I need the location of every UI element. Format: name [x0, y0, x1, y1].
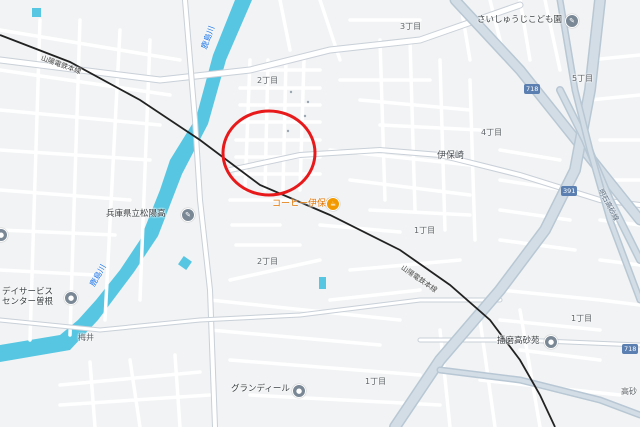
poi-label[interactable]: さいしゅうじこども園	[477, 15, 562, 26]
area-label: 高砂	[621, 387, 637, 396]
school-icon[interactable]: ✎	[181, 208, 195, 222]
route-shield: 718	[622, 344, 639, 354]
area-label: 2丁目	[257, 76, 279, 85]
route-shield: 718	[524, 84, 541, 94]
main-roads	[0, 0, 640, 427]
poi-label[interactable]: 播磨高砂苑	[497, 336, 540, 347]
area-label: 2丁目	[257, 257, 279, 266]
pond-3	[32, 8, 41, 17]
route-shield: 391	[561, 186, 578, 196]
poi-icon[interactable]: ●	[544, 335, 558, 349]
area-label: 5丁目	[572, 74, 594, 83]
poi-icon[interactable]: ●	[292, 384, 306, 398]
map-canvas[interactable]: 3丁目 2丁目 5丁目 4丁目 伊保崎 1丁目 2丁目 1丁目 1丁目 梅井 高…	[0, 0, 640, 427]
school-icon[interactable]: ✎	[565, 14, 579, 28]
pond-2	[319, 277, 326, 289]
poi-label[interactable]: 兵庫県立松陽高	[106, 209, 166, 220]
map-base	[0, 0, 640, 427]
area-label: 梅井	[78, 333, 94, 342]
area-label: 1丁目	[414, 226, 436, 235]
street-grid	[0, 0, 640, 427]
area-label: 1丁目	[571, 314, 593, 323]
poi-label[interactable]: センター曽根	[2, 297, 53, 308]
area-label: 1丁目	[365, 377, 387, 386]
coffee-icon[interactable]: ☕	[326, 197, 340, 211]
poi-icon[interactable]: ●	[64, 291, 78, 305]
area-label: 3丁目	[400, 22, 422, 31]
area-label: 伊保崎	[437, 151, 465, 161]
pond-1	[178, 256, 192, 270]
area-label: 4丁目	[481, 128, 503, 137]
poi-label[interactable]: グランディール	[231, 384, 290, 395]
